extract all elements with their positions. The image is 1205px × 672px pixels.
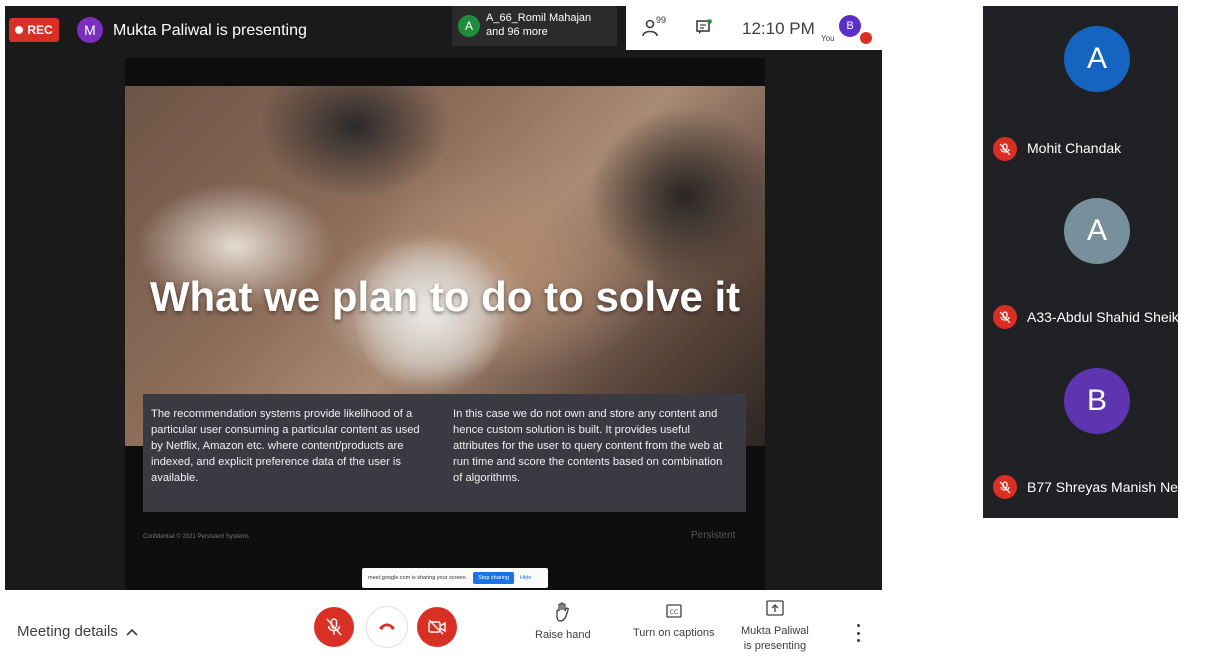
participants-panel: A Mohit Chandak A A33-Abdul Shahid Sheik…	[983, 6, 1190, 518]
self-mic-off-icon	[860, 32, 872, 44]
top-right-toolbar: 99 12:10 PM You B	[626, 6, 882, 50]
raise-hand-button[interactable]: Raise hand	[535, 602, 591, 643]
microphone-toggle-button[interactable]	[314, 607, 354, 647]
viewer-name: A_66_Romil Mahajan	[486, 12, 592, 24]
participant-tile[interactable]: A A33-Abdul Shahid Sheikh	[983, 176, 1187, 346]
bottom-control-bar: Meeting details Raise hand CC Turn on ca…	[5, 590, 882, 672]
hide-sharing-bar-button[interactable]: Hide	[520, 575, 531, 581]
present-screen-icon	[766, 600, 784, 616]
participant-avatar: A	[1064, 198, 1130, 264]
leave-call-button[interactable]	[366, 606, 408, 648]
participant-name: Mohit Chandak	[1027, 140, 1122, 156]
mic-off-icon	[326, 618, 342, 636]
participant-tile[interactable]: B B77 Shreyas Manish Ne...	[983, 346, 1190, 516]
participant-avatar: A	[1064, 26, 1130, 92]
clock-time: 12:10 PM	[742, 19, 815, 38]
mic-off-icon	[993, 475, 1017, 499]
chevron-up-icon	[126, 628, 138, 636]
meeting-details-label: Meeting details	[17, 623, 118, 640]
slide-title: What we plan to do to solve it	[149, 273, 741, 320]
meeting-details-button[interactable]: Meeting details	[17, 623, 138, 640]
slide-footer-logo: Persistent	[691, 530, 736, 541]
chat-icon[interactable]	[696, 19, 712, 35]
recording-label: REC	[27, 23, 53, 37]
viewers-chip[interactable]: A A_66_Romil Mahajan and 96 more	[452, 6, 617, 46]
you-label: You	[821, 34, 835, 43]
closed-captions-icon: CC	[666, 604, 682, 618]
presenter-status: Mukta Paliwal is presenting	[113, 22, 307, 39]
presenting-label: Mukta Paliwal is presenting	[741, 624, 809, 654]
more-options-icon[interactable]	[855, 624, 861, 642]
captions-label: Turn on captions	[633, 627, 715, 639]
people-count: 99	[656, 15, 667, 25]
stop-sharing-button[interactable]: Stop sharing	[473, 572, 514, 584]
meeting-stage: REC M Mukta Paliwal is presenting What w…	[5, 6, 882, 593]
participant-tile[interactable]: A Mohit Chandak	[983, 6, 1178, 176]
participant-name: B77 Shreyas Manish Ne...	[1027, 479, 1190, 495]
viewer-more-count: and 96 more	[486, 26, 548, 38]
participant-avatar: B	[1064, 368, 1130, 434]
recording-badge: REC	[9, 18, 59, 42]
sharing-message: meet.google.com is sharing your screen.	[368, 575, 468, 581]
slide-footer-confidential: Confidential © 2021 Persistent Systems	[143, 534, 249, 540]
record-dot-icon	[15, 26, 24, 34]
mic-off-icon	[993, 305, 1017, 329]
mic-off-icon	[993, 137, 1017, 161]
slide-background-photo	[125, 86, 765, 446]
presenter-avatar: M	[77, 17, 103, 43]
slide-text-right: In this case we do not own and store any…	[453, 408, 723, 484]
present-now-button[interactable]: Mukta Paliwal is presenting	[741, 600, 809, 654]
camera-toggle-button[interactable]	[417, 607, 457, 647]
presenting-line2: is presenting	[743, 640, 807, 652]
shared-screen: What we plan to do to solve it The recom…	[125, 58, 765, 593]
svg-text:CC: CC	[670, 609, 678, 616]
viewer-avatar: A	[458, 15, 480, 37]
screen-sharing-bar: meet.google.com is sharing your screen. …	[362, 568, 548, 588]
slide-text-left: The recommendation systems provide likel…	[151, 408, 420, 484]
captions-button[interactable]: CC Turn on captions	[633, 602, 715, 641]
presenting-line1: Mukta Paliwal	[741, 625, 809, 637]
participant-name: A33-Abdul Shahid Sheikh	[1027, 309, 1187, 325]
raise-hand-label: Raise hand	[535, 629, 591, 641]
self-avatar[interactable]: B	[839, 15, 861, 37]
hand-icon	[556, 602, 569, 622]
hang-up-icon	[379, 623, 395, 630]
slide-text-panel: The recommendation systems provide likel…	[143, 394, 746, 512]
camera-off-icon	[428, 619, 446, 635]
